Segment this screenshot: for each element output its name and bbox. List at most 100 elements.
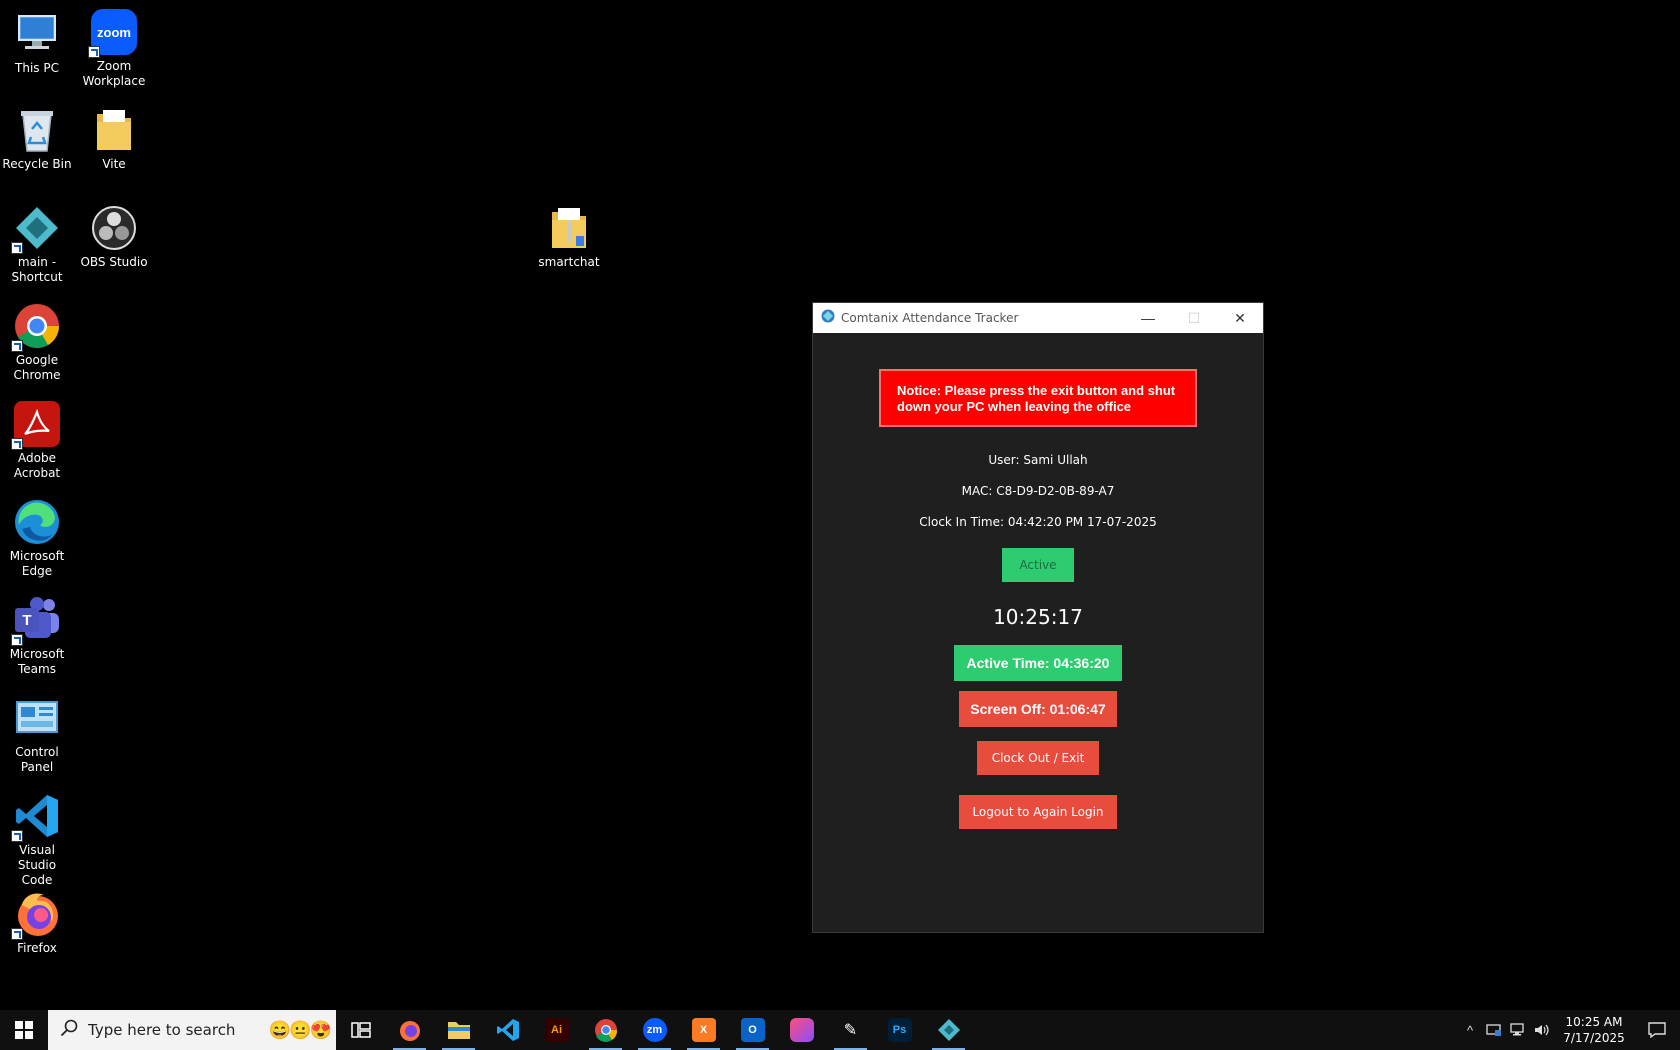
zip-folder-icon [545, 204, 593, 252]
desktop-icon-vscode[interactable]: Visual Studio Code [0, 792, 75, 888]
chrome-icon [594, 1019, 617, 1042]
desktop-icon-label: This PC [15, 61, 59, 75]
notice-banner: Notice: Please press the exit button and… [879, 369, 1197, 427]
desktop-icon-main-shortcut[interactable]: main - Shortcut [0, 204, 75, 285]
clock-in-label: Clock In Time: 04:42:20 PM 17-07-2025 [919, 515, 1157, 529]
photoshop-icon: Ps [887, 1018, 912, 1042]
app-content: Notice: Please press the exit button and… [813, 333, 1263, 933]
obs-icon [90, 204, 138, 252]
attendance-tracker-window: Comtanix Attendance Tracker — ☐ ✕ Notice… [812, 302, 1264, 933]
status-badge: Active [1002, 548, 1074, 582]
device-status-icon[interactable] [1482, 1023, 1506, 1037]
zoom-icon: zm [642, 1018, 667, 1042]
system-tray: ^ 10:25 AM 7/17/2025 [1458, 1010, 1680, 1050]
folder-icon [447, 1022, 470, 1039]
creative-cloud-icon [789, 1018, 814, 1042]
desktop-icon-this-pc[interactable]: This PC [0, 10, 75, 76]
control-panel-icon [13, 694, 61, 742]
taskbar-creative-cloud[interactable] [777, 1010, 826, 1050]
xampp-icon: X [691, 1018, 716, 1042]
pen-icon: ✎ [843, 1022, 858, 1039]
window-titlebar[interactable]: Comtanix Attendance Tracker — ☐ ✕ [813, 303, 1263, 333]
search-placeholder: Type here to search [88, 1021, 236, 1039]
screen-off-display: Screen Off: 01:06:47 [959, 691, 1117, 727]
taskbar-clock[interactable]: 10:25 AM 7/17/2025 [1554, 1014, 1634, 1046]
comtanix-icon [937, 1019, 960, 1041]
this-pc-icon [13, 10, 61, 58]
taskbar-vscode[interactable] [483, 1010, 532, 1050]
clock-out-exit-button[interactable]: Clock Out / Exit [977, 741, 1099, 775]
taskbar-zoom[interactable]: zm [630, 1010, 679, 1050]
recycle-bin-icon [13, 106, 61, 154]
minimize-button[interactable]: — [1125, 303, 1171, 333]
taskbar-time: 10:25 AM [1565, 1015, 1623, 1029]
acrobat-icon [11, 400, 61, 450]
desktop-icon-label: Zoom Workplace [82, 59, 146, 88]
desktop-icon-label: Firefox [17, 941, 57, 955]
start-button[interactable] [0, 1010, 48, 1050]
vscode-icon [496, 1019, 519, 1041]
windows-logo-icon [15, 1021, 33, 1039]
notification-center-icon[interactable] [1634, 1022, 1680, 1038]
desktop-icon-google-chrome[interactable]: Google Chrome [0, 302, 75, 383]
outlook-icon: O [740, 1018, 765, 1042]
desktop-icon-label: Google Chrome [13, 353, 61, 382]
network-icon[interactable] [1506, 1023, 1530, 1037]
taskbar-pen-tool[interactable]: ✎ [826, 1010, 875, 1050]
desktop-icon-label: Vite [102, 157, 126, 171]
app-logo-icon [821, 309, 835, 328]
close-button[interactable]: ✕ [1217, 303, 1263, 333]
taskbar-date: 7/17/2025 [1563, 1031, 1625, 1045]
logout-button[interactable]: Logout to Again Login [959, 795, 1117, 829]
desktop-icon-microsoft-teams[interactable]: T Microsoft Teams [0, 596, 75, 677]
folder-icon [90, 106, 138, 154]
chrome-icon [11, 302, 61, 352]
mac-label: MAC: C8-D9-D2-0B-89-A7 [961, 484, 1115, 498]
firefox-icon [399, 1021, 420, 1041]
desktop-icon-firefox[interactable]: Firefox [0, 890, 75, 956]
user-label: User: Sami Ullah [988, 453, 1088, 467]
desktop-icon-microsoft-edge[interactable]: Microsoft Edge [0, 498, 75, 579]
window-title: Comtanix Attendance Tracker [841, 311, 1019, 325]
active-time-display: Active Time: 04:36:20 [954, 645, 1122, 681]
desktop-icon-label: Visual Studio Code [17, 843, 57, 887]
desktop-icon-label: Control Panel [15, 745, 59, 774]
taskbar-illustrator[interactable]: Ai [532, 1010, 581, 1050]
desktop: This PC zoom Zoom Workplace Recycle Bin … [0, 0, 1680, 1050]
maximize-button: ☐ [1187, 309, 1201, 326]
desktop-icon-obs[interactable]: OBS Studio [76, 204, 152, 270]
taskbar: Type here to search 😄😐😍 Ai zm X O ✎ Ps ^… [0, 1010, 1680, 1050]
taskbar-xampp[interactable]: X [679, 1010, 728, 1050]
desktop-icon-label: smartchat [538, 255, 600, 269]
search-highlight-emoji-icon: 😄😐😍 [268, 1019, 332, 1040]
zoom-icon: zoom [88, 8, 138, 58]
desktop-icon-recycle-bin[interactable]: Recycle Bin [0, 106, 75, 172]
desktop-icon-label: Microsoft Edge [9, 549, 65, 578]
desktop-icon-adobe-acrobat[interactable]: Adobe Acrobat [0, 400, 75, 481]
taskbar-outlook[interactable]: O [728, 1010, 777, 1050]
illustrator-icon: Ai [544, 1018, 569, 1042]
task-view-button[interactable] [336, 1010, 385, 1050]
desktop-icon-control-panel[interactable]: Control Panel [0, 694, 75, 775]
taskbar-file-explorer[interactable] [434, 1010, 483, 1050]
desktop-icon-smartchat[interactable]: smartchat [531, 204, 607, 270]
taskbar-chrome[interactable] [581, 1010, 630, 1050]
desktop-icon-label: Recycle Bin [2, 157, 72, 171]
desktop-icon-zoom[interactable]: zoom Zoom Workplace [76, 8, 152, 89]
desktop-icon-label: OBS Studio [80, 255, 148, 269]
desktop-icon-label: Microsoft Teams [9, 647, 65, 676]
taskbar-search-box[interactable]: Type here to search 😄😐😍 [48, 1010, 336, 1050]
volume-icon[interactable] [1530, 1023, 1554, 1037]
taskbar-comtanix[interactable] [924, 1010, 973, 1050]
show-hidden-icons-chevron-icon[interactable]: ^ [1458, 1023, 1482, 1038]
taskbar-photoshop[interactable]: Ps [875, 1010, 924, 1050]
desktop-icon-label: main - Shortcut [11, 255, 63, 284]
current-time: 10:25:17 [993, 605, 1083, 629]
task-view-icon [350, 1022, 371, 1038]
vscode-icon [11, 792, 61, 842]
desktop-icon-vite[interactable]: Vite [76, 106, 152, 172]
taskbar-firefox[interactable] [385, 1010, 434, 1050]
teams-icon: T [11, 596, 61, 646]
edge-icon [13, 498, 61, 546]
desktop-icon-label: Adobe Acrobat [13, 451, 61, 480]
